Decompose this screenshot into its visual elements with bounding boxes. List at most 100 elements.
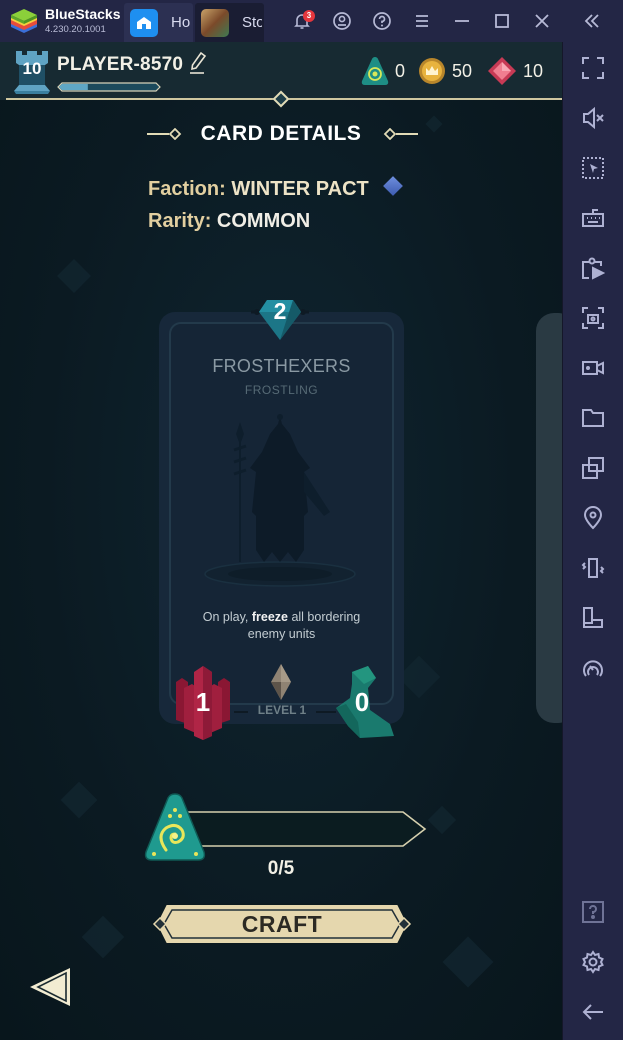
winter-pact-gem-icon xyxy=(383,176,404,196)
rotate-icon xyxy=(583,607,603,628)
fullscreen-icon xyxy=(582,57,604,79)
currency-coins: 50 xyxy=(418,56,472,86)
sidebar-item-keyboard[interactable] xyxy=(580,205,606,231)
background-diamond xyxy=(81,915,125,959)
game-thumbnail-icon xyxy=(201,9,229,37)
faction-value: WINTER PACT xyxy=(231,178,369,200)
sidebar-item-screenshot[interactable] xyxy=(580,305,606,331)
notification-badge: 3 xyxy=(303,10,315,22)
help-button[interactable] xyxy=(369,8,395,34)
rune-shard-icon xyxy=(144,793,206,861)
back-triangle-button[interactable] xyxy=(28,966,72,1008)
maximize-icon xyxy=(495,14,509,28)
rune-icon xyxy=(361,57,389,85)
edit-name-icon[interactable] xyxy=(188,51,208,75)
fragments-count: 0 xyxy=(395,60,406,81)
currency-fragments: 0 xyxy=(361,56,405,86)
faction-label: Faction: xyxy=(148,178,226,200)
tab-label: Home xyxy=(171,14,191,31)
menu-icon xyxy=(416,15,428,27)
minimize-icon xyxy=(455,20,469,22)
keyboard-icon xyxy=(582,209,604,227)
movement-value: 0 xyxy=(354,687,370,717)
sidebar-item-rotate[interactable] xyxy=(580,605,606,631)
xp-progress-bar xyxy=(57,82,161,92)
level-crystal-icon xyxy=(271,664,291,700)
craft-button[interactable] xyxy=(152,902,412,946)
home-icon xyxy=(130,9,158,37)
title-ornament-right xyxy=(383,128,418,140)
rarity-label: Rarity: xyxy=(148,210,212,232)
sidebar-item-fullscreen[interactable] xyxy=(580,55,606,81)
card-type: FROSTLING xyxy=(244,383,319,397)
sidebar-item-eco-mode[interactable] xyxy=(580,655,606,681)
currency-rubies: 10 xyxy=(487,56,543,86)
ruby-icon xyxy=(488,57,516,85)
next-card-preview[interactable] xyxy=(536,313,562,723)
mute-icon xyxy=(583,106,604,130)
sidebar-item-media-folder[interactable] xyxy=(580,405,606,431)
mana-cost: 2 xyxy=(273,298,287,324)
close-button[interactable] xyxy=(529,8,555,34)
card-art-silhouette xyxy=(204,414,356,587)
video-record-icon xyxy=(582,361,604,375)
sidebar-item-help[interactable] xyxy=(580,899,606,925)
background-diamond xyxy=(57,259,91,293)
rarity-value: COMMON xyxy=(216,210,311,232)
background-diamond xyxy=(427,805,457,835)
account-icon xyxy=(333,12,351,30)
shard-count: 0/5 xyxy=(267,858,295,879)
sidebar-item-location[interactable] xyxy=(580,505,606,531)
tab-home[interactable]: Home xyxy=(124,3,193,42)
folder-icon xyxy=(582,409,604,427)
shard-progress-bar xyxy=(176,811,427,847)
card-ability-text: On play, freeze all bordering enemy unit… xyxy=(185,609,378,643)
screenshot-icon xyxy=(582,307,604,329)
player-name: PLAYER-8570 xyxy=(57,54,184,75)
cursor-select-icon xyxy=(582,157,604,179)
sidebar-item-install-apk[interactable] xyxy=(580,255,606,281)
sidebar-item-settings[interactable] xyxy=(580,949,606,975)
strength-value: 1 xyxy=(195,687,211,717)
background-diamond xyxy=(442,936,494,988)
ability-keyword-freeze: freeze xyxy=(251,610,288,624)
coins-count: 50 xyxy=(452,60,473,81)
gear-icon xyxy=(582,950,604,974)
speedometer-icon xyxy=(583,660,603,677)
sidebar-item-record[interactable] xyxy=(580,355,606,381)
multi-instance-icon xyxy=(582,457,604,479)
sidebar-item-pointer[interactable] xyxy=(580,155,606,181)
card-level: LEVEL 1 xyxy=(257,703,307,717)
collapse-sidebar-button[interactable] xyxy=(579,8,605,34)
maximize-button[interactable] xyxy=(489,8,515,34)
shake-icon xyxy=(581,558,605,578)
rarity-row: Rarity: COMMON xyxy=(148,210,310,233)
rubies-count: 10 xyxy=(523,60,544,81)
location-icon xyxy=(583,506,603,530)
sidebar-item-volume[interactable] xyxy=(580,105,606,131)
help-icon xyxy=(373,12,391,30)
account-button[interactable] xyxy=(329,8,355,34)
sidebar-item-multi-instance[interactable] xyxy=(580,455,606,481)
bluestacks-sidebar xyxy=(562,42,623,1040)
sidebar-item-shake[interactable] xyxy=(580,555,606,581)
menu-button[interactable] xyxy=(409,8,435,34)
game-viewport: 10 PLAYER-8570 0 50 10 CARD DETAILS Fact… xyxy=(0,42,562,1040)
player-level: 10 xyxy=(22,59,42,78)
faction-row: Faction: WINTER PACT xyxy=(148,176,404,201)
page-title: CARD DETAILS xyxy=(200,122,362,145)
crown-coin-icon xyxy=(419,58,445,84)
collapse-sidebar-icon xyxy=(584,14,599,28)
sidebar-item-back[interactable] xyxy=(580,999,606,1025)
background-diamond xyxy=(60,781,98,819)
card-name: FROSTHEXERS xyxy=(212,356,351,376)
bluestacks-logo-icon xyxy=(11,9,37,33)
app-version: 4.230.20.1001 xyxy=(45,24,106,35)
help-box-icon xyxy=(582,901,604,923)
arrow-left-icon xyxy=(582,1004,603,1020)
app-name: BlueStacks xyxy=(45,6,121,22)
close-icon xyxy=(535,14,549,28)
minimize-button[interactable] xyxy=(449,8,475,34)
title-bar: BlueStacks 4.230.20.1001 Home Stormbound… xyxy=(0,0,623,42)
tab-stormbound[interactable]: Stormbound xyxy=(195,3,264,42)
